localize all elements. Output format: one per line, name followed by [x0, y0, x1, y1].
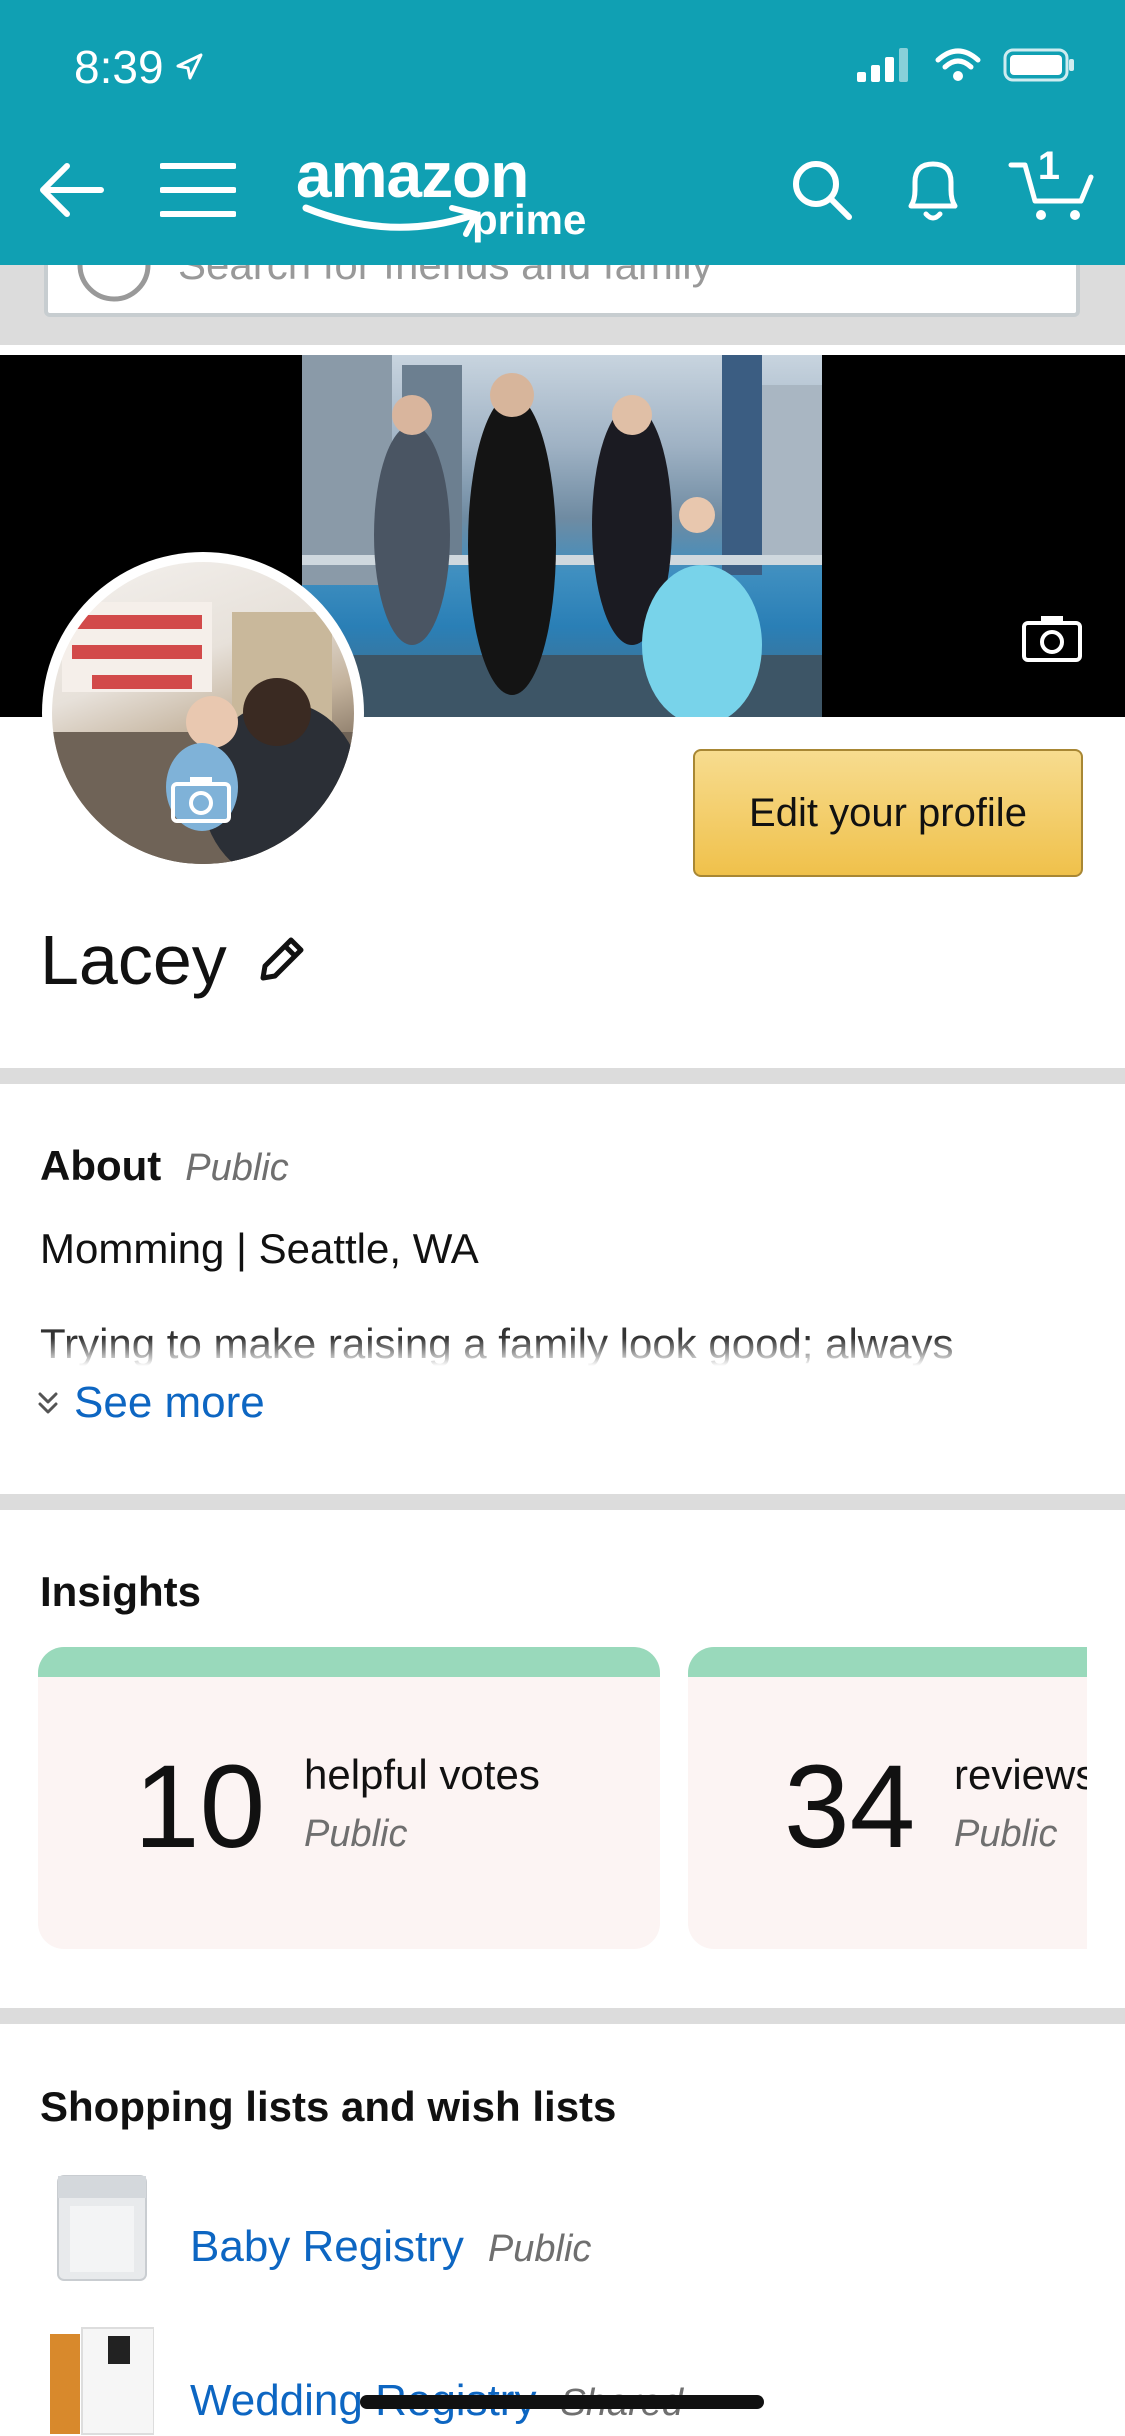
- change-cover-button[interactable]: [1021, 613, 1083, 668]
- card-accent: [38, 1647, 660, 1677]
- insight-value: 34: [784, 1741, 916, 1873]
- cart-count-badge: 1: [1037, 144, 1060, 188]
- signal-icon: [857, 48, 908, 82]
- search-strip: Search for friends and family: [0, 265, 1125, 345]
- status-indicators: [857, 48, 1075, 82]
- smile-arrow-icon: [302, 204, 479, 237]
- location-arrow-icon: [176, 53, 203, 80]
- list-visibility: Public: [487, 2228, 592, 2270]
- camera-icon: [1022, 616, 1082, 662]
- nav-row: amazon prime 1: [0, 139, 1125, 245]
- list-item[interactable]: Wedding RegistryShared: [0, 2320, 1125, 2436]
- about-title: About: [40, 1142, 162, 1189]
- person-icon: [77, 265, 151, 302]
- app-header: 8:39 amazon prime 1: [0, 0, 1125, 265]
- insight-label: reviews: [954, 1751, 1087, 1798]
- insights-heading: Insights: [40, 1568, 202, 1615]
- insight-visibility: Public: [304, 1813, 408, 1855]
- card-accent: [688, 1647, 1087, 1677]
- profile-avatar[interactable]: [42, 552, 364, 874]
- cover-photo-illustration: [302, 355, 822, 717]
- section-divider: [0, 1068, 1125, 1084]
- section-divider: [0, 1494, 1125, 1510]
- list-item[interactable]: Baby Registry Public: [0, 2168, 1125, 2298]
- change-avatar-button[interactable]: [170, 774, 232, 829]
- list-name[interactable]: Baby Registry: [190, 2222, 464, 2271]
- washer-image: [57, 2175, 147, 2281]
- camera-icon: [171, 777, 231, 823]
- insight-value: 10: [134, 1741, 266, 1873]
- back-arrow-icon: [40, 163, 104, 217]
- home-indicator[interactable]: [360, 2395, 764, 2409]
- battery-icon: [1003, 48, 1074, 82]
- about-heading: About Public: [40, 1142, 289, 1190]
- cover-photo: [302, 355, 822, 717]
- section-divider: [0, 2008, 1125, 2024]
- amazon-prime-logo[interactable]: amazon prime: [296, 139, 606, 250]
- lists-heading: Shopping lists and wish lists: [40, 2083, 617, 2130]
- search-icon: [793, 161, 852, 220]
- insight-card[interactable]: 34 reviews Public: [688, 1647, 1087, 1949]
- edit-profile-button[interactable]: Edit your profile: [693, 749, 1083, 877]
- back-button[interactable]: [30, 140, 110, 240]
- insight-card[interactable]: 10 helpful votes Public: [38, 1647, 660, 1949]
- insight-label: helpful votes: [304, 1751, 540, 1798]
- list-link[interactable]: Baby Registry Public: [190, 2222, 591, 2272]
- about-visibility: Public: [185, 1147, 289, 1189]
- clock-text: 8:39: [74, 41, 164, 93]
- search-button[interactable]: [784, 140, 860, 240]
- cart-button[interactable]: 1: [1002, 140, 1102, 240]
- registry-image: [50, 2327, 155, 2435]
- chevron-double-down-icon: [38, 1392, 58, 1414]
- profile-name: Lacey: [40, 921, 227, 999]
- profile-name-row: Lacey: [40, 920, 307, 1000]
- about-headline: Momming | Seattle, WA: [40, 1225, 479, 1272]
- friend-search-input[interactable]: Search for friends and family: [44, 265, 1080, 317]
- insight-visibility: Public: [954, 1813, 1058, 1855]
- logo-prime: prime: [472, 196, 587, 243]
- see-more-label: See more: [74, 1378, 265, 1427]
- menu-icon: [160, 163, 236, 217]
- status-time: 8:39: [74, 40, 204, 94]
- menu-button[interactable]: [158, 140, 238, 240]
- search-placeholder: Search for friends and family: [178, 265, 713, 289]
- list-thumbnail: [50, 2172, 154, 2284]
- bell-icon: [908, 161, 958, 221]
- notifications-button[interactable]: [895, 140, 971, 240]
- wifi-icon: [935, 48, 981, 81]
- list-thumbnail: [50, 2324, 155, 2436]
- pencil-icon[interactable]: [255, 934, 307, 986]
- about-description: Trying to make raising a family look goo…: [40, 1320, 954, 1366]
- see-more-link[interactable]: See more: [36, 1378, 265, 1428]
- insights-carousel[interactable]: 10 helpful votes Public 34 reviews Publi…: [38, 1647, 1087, 1949]
